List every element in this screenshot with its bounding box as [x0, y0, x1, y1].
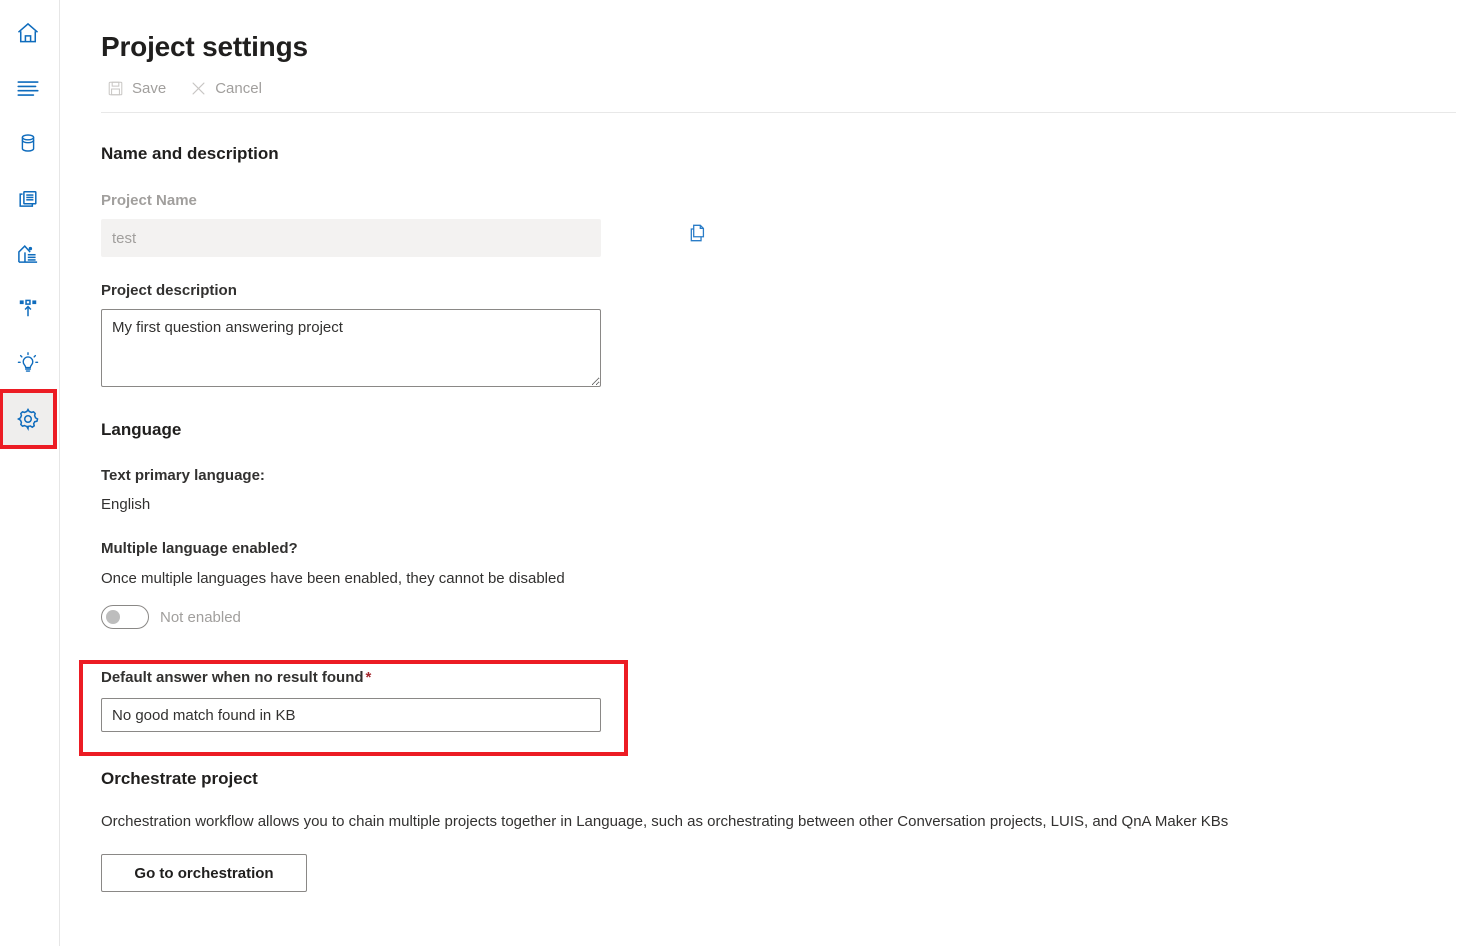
database-icon: [16, 131, 40, 155]
sidebar-item-deploy[interactable]: [2, 226, 54, 280]
primary-language-label: Text primary language:: [101, 467, 265, 484]
multiple-language-note: Once multiple languages have been enable…: [101, 570, 565, 587]
multiple-language-toggle-label: Not enabled: [160, 609, 241, 626]
primary-language-value: English: [101, 496, 150, 513]
lightbulb-icon: [15, 350, 41, 376]
project-description-textarea[interactable]: [101, 309, 601, 387]
factory-icon: [15, 240, 41, 266]
multiple-language-label: Multiple language enabled?: [101, 540, 298, 557]
documents-icon: [15, 184, 41, 210]
close-x-icon: [190, 80, 207, 97]
command-bar: Save Cancel: [101, 72, 272, 104]
toggle-knob: [106, 610, 120, 624]
sidebar-item-publish[interactable]: [2, 281, 54, 335]
project-settings-page: Project settings Save: [0, 0, 1461, 946]
sidebar-item-settings[interactable]: [2, 392, 54, 446]
default-answer-input[interactable]: [101, 698, 601, 732]
main-content: Project settings Save: [60, 0, 1461, 946]
go-to-orchestration-button[interactable]: Go to orchestration: [101, 854, 307, 892]
multiple-language-toggle-group: Not enabled: [101, 605, 241, 629]
toolbar-divider: [101, 112, 1456, 113]
project-name-input: [101, 219, 601, 257]
save-button-label: Save: [132, 80, 166, 97]
cancel-button-label: Cancel: [215, 80, 262, 97]
multiple-language-toggle[interactable]: [101, 605, 149, 629]
copy-icon: [686, 222, 708, 249]
section-title-name-description: Name and description: [101, 144, 279, 164]
sidebar-item-home[interactable]: [2, 6, 54, 60]
gear-icon: [15, 406, 41, 432]
list-lines-icon: [15, 75, 41, 101]
sidebar-item-manage-sources[interactable]: [2, 61, 54, 115]
save-floppy-icon: [107, 80, 124, 97]
sidebar-item-edit-knowledge-base[interactable]: [2, 170, 54, 224]
copy-project-name-button[interactable]: [681, 219, 713, 251]
cancel-button[interactable]: Cancel: [184, 77, 272, 100]
orchestrate-description: Orchestration workflow allows you to cha…: [101, 813, 1228, 830]
section-title-orchestrate: Orchestrate project: [101, 769, 258, 789]
publish-upload-icon: [15, 295, 41, 321]
default-answer-label: Default answer when no result found*: [101, 669, 371, 686]
sidebar-item-insights[interactable]: [2, 336, 54, 390]
default-answer-label-text: Default answer when no result found: [101, 669, 364, 686]
save-button[interactable]: Save: [101, 77, 176, 100]
project-description-label: Project description: [101, 282, 237, 299]
page-title: Project settings: [101, 31, 308, 63]
project-name-label: Project Name: [101, 192, 197, 209]
required-asterisk: *: [366, 669, 372, 686]
left-nav-rail: [0, 0, 60, 946]
home-icon: [15, 20, 41, 46]
sidebar-item-database[interactable]: [2, 116, 54, 170]
section-title-language: Language: [101, 420, 181, 440]
